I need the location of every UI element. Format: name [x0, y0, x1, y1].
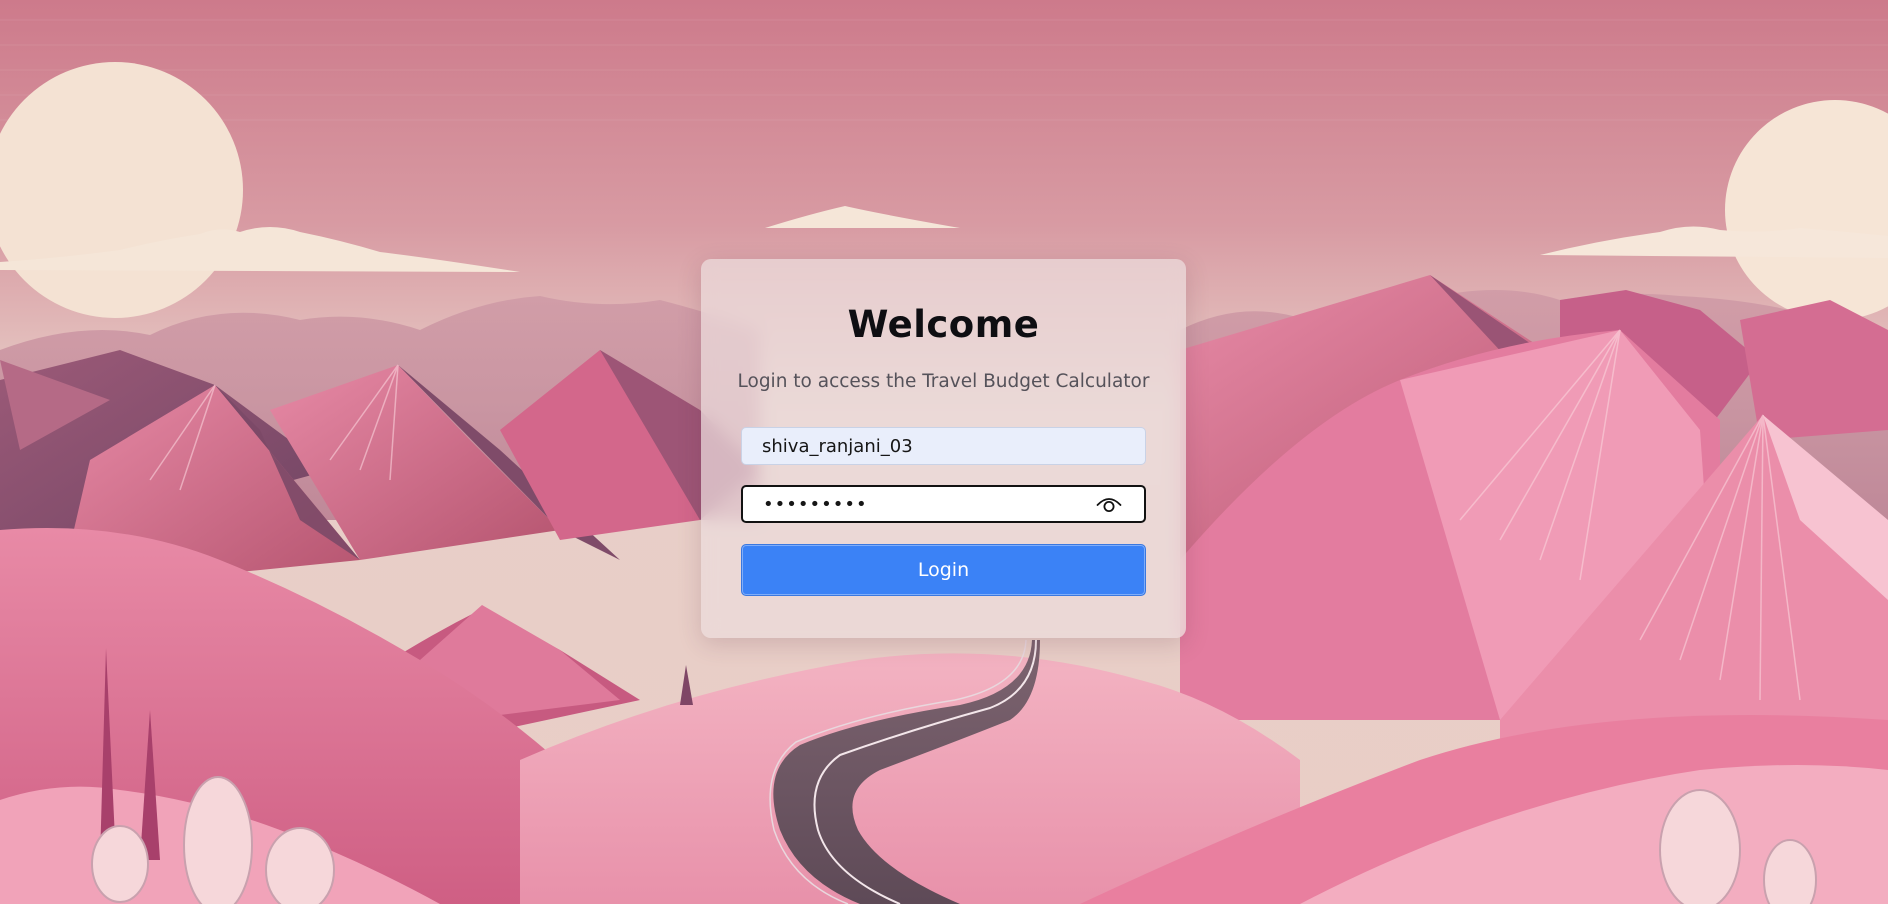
password-field[interactable]	[741, 485, 1146, 523]
eye-icon	[1096, 498, 1122, 512]
password-input[interactable]	[743, 487, 1144, 521]
login-title: Welcome	[847, 303, 1040, 346]
login-card: Welcome Login to access the Travel Budge…	[701, 259, 1186, 638]
username-field[interactable]	[741, 427, 1146, 465]
username-input[interactable]	[742, 428, 1145, 464]
show-password-button[interactable]	[1096, 494, 1122, 516]
login-button[interactable]: Login	[741, 544, 1146, 596]
login-subtitle: Login to access the Travel Budget Calcul…	[737, 371, 1150, 392]
